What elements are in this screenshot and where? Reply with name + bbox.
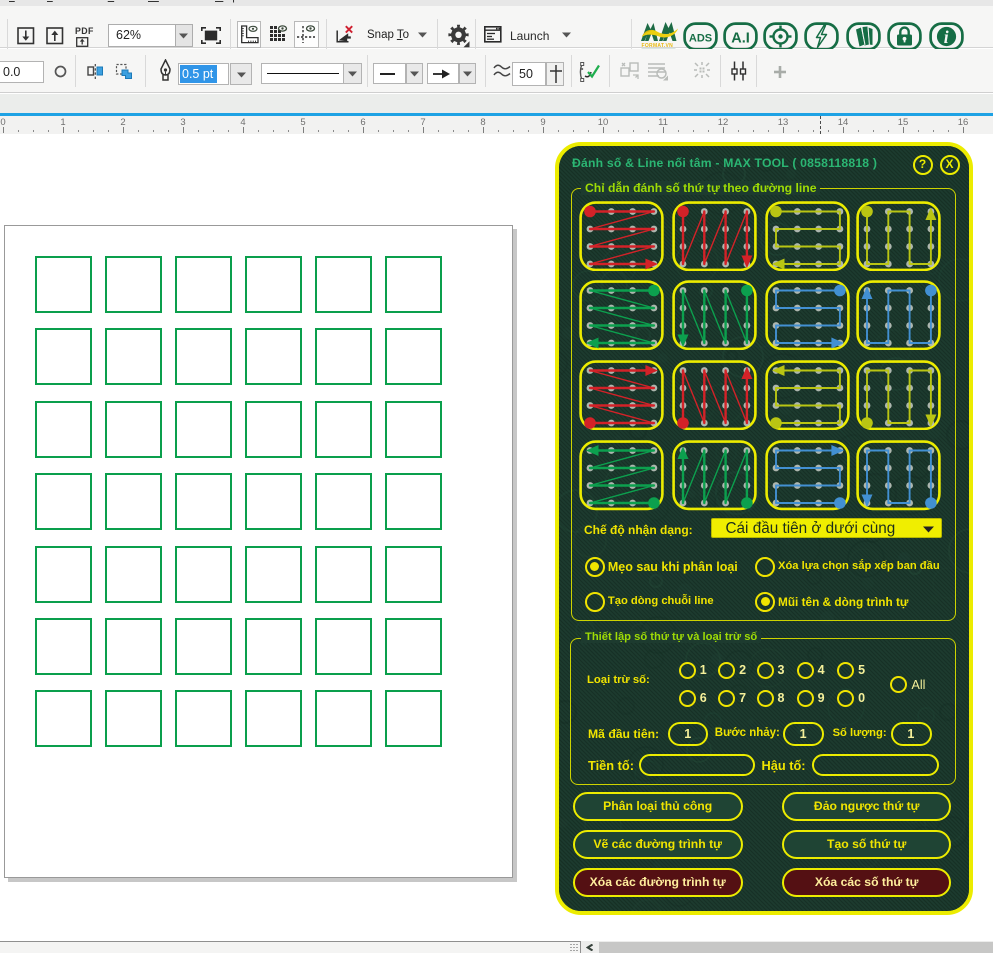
svg-text:ADS: ADS — [689, 33, 712, 45]
svg-text:A.I: A.I — [731, 31, 750, 47]
svg-text:i: i — [943, 27, 948, 47]
